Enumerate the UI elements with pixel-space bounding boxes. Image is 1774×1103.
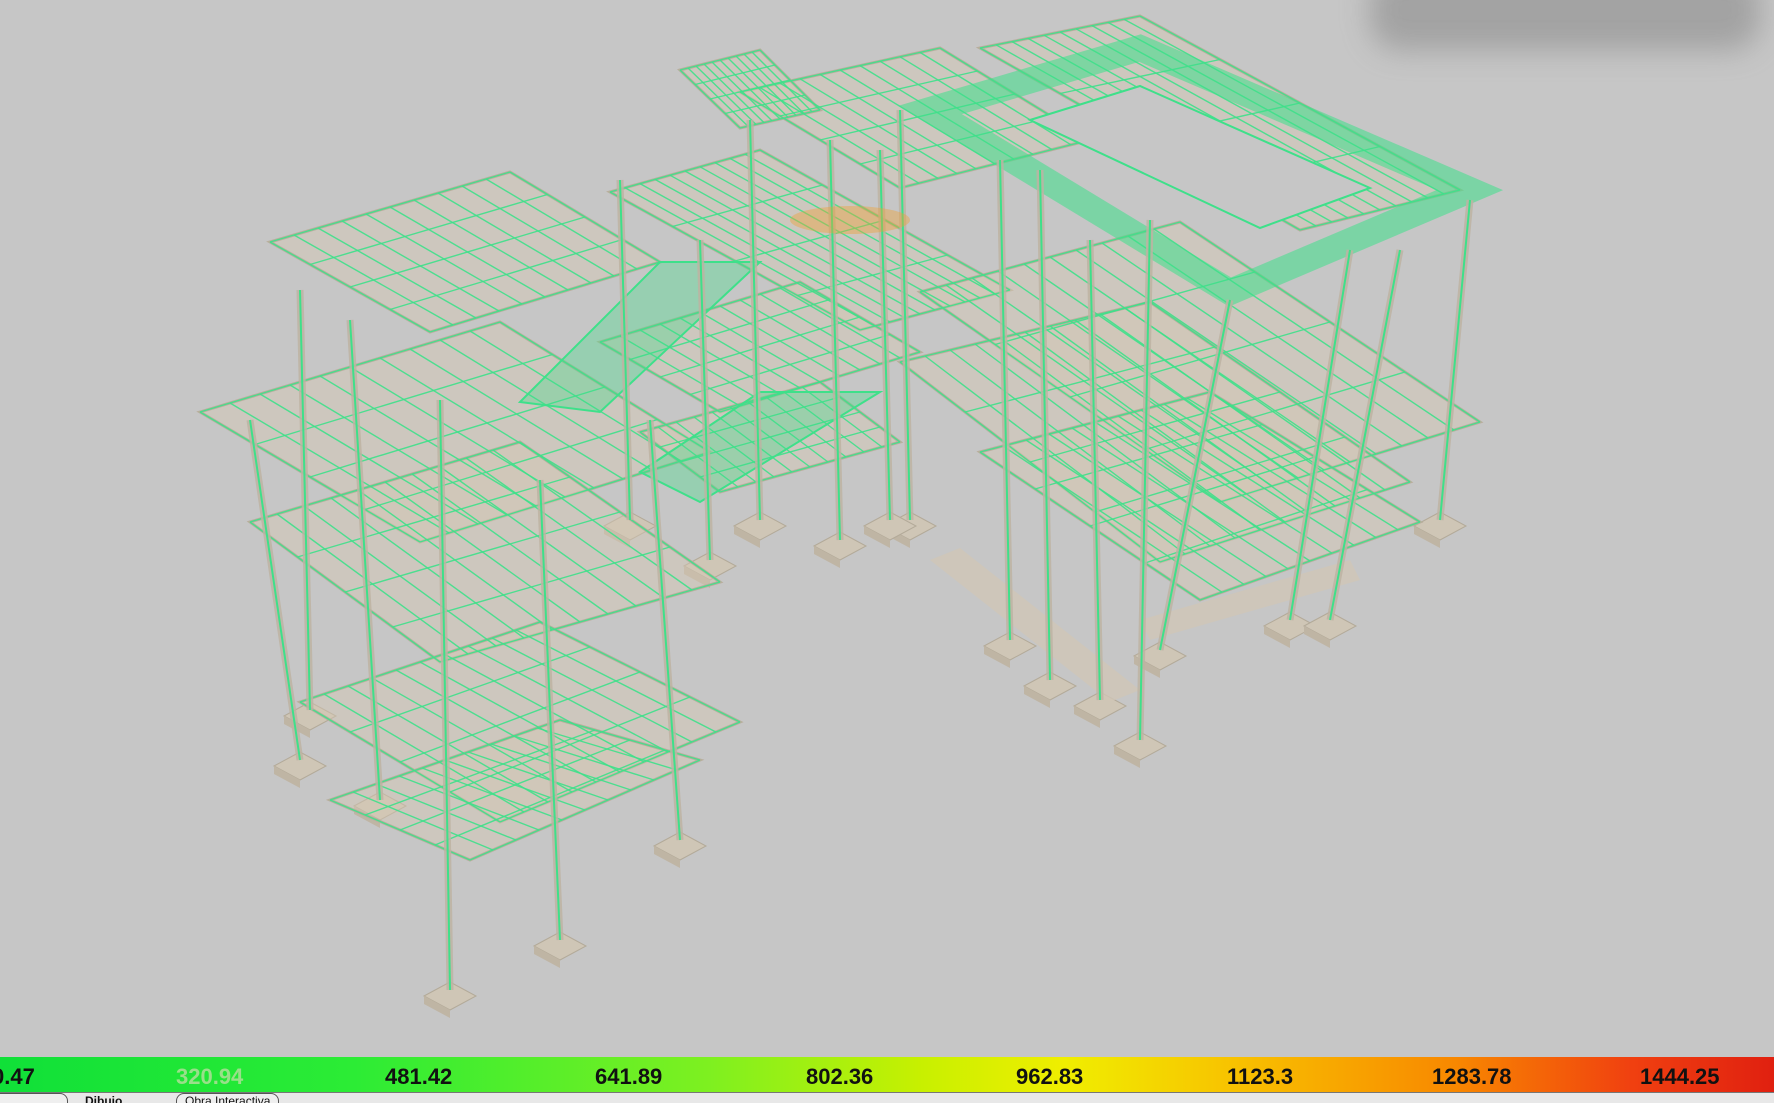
legend-value: 962.83 xyxy=(1016,1064,1084,1089)
stress-color-legend: 0.47 320.94 481.42 641.89 802.36 962.83 … xyxy=(0,1057,1774,1092)
column-edge xyxy=(249,419,301,761)
3d-model-viewport[interactable] xyxy=(0,0,1774,1056)
stress-hotspot xyxy=(790,206,910,234)
legend-value: 1444.25 xyxy=(1640,1064,1720,1089)
legend-value: 802.36 xyxy=(806,1064,874,1089)
slab xyxy=(266,170,664,334)
structure-model xyxy=(196,14,1504,1018)
legend-value: 320.94 xyxy=(176,1064,244,1089)
legend-value: 1123.3 xyxy=(1227,1064,1294,1089)
legend-value: 641.89 xyxy=(595,1064,663,1089)
bottom-tab-bar: Dibujo Obra Interactiva xyxy=(0,1092,1774,1103)
column-edge xyxy=(1439,199,1471,521)
legend-value: 0.47 xyxy=(0,1064,35,1089)
legend-value: 481.42 xyxy=(385,1064,453,1089)
legend-value: 1283.78 xyxy=(1432,1064,1512,1089)
ground-beam xyxy=(930,548,1140,702)
